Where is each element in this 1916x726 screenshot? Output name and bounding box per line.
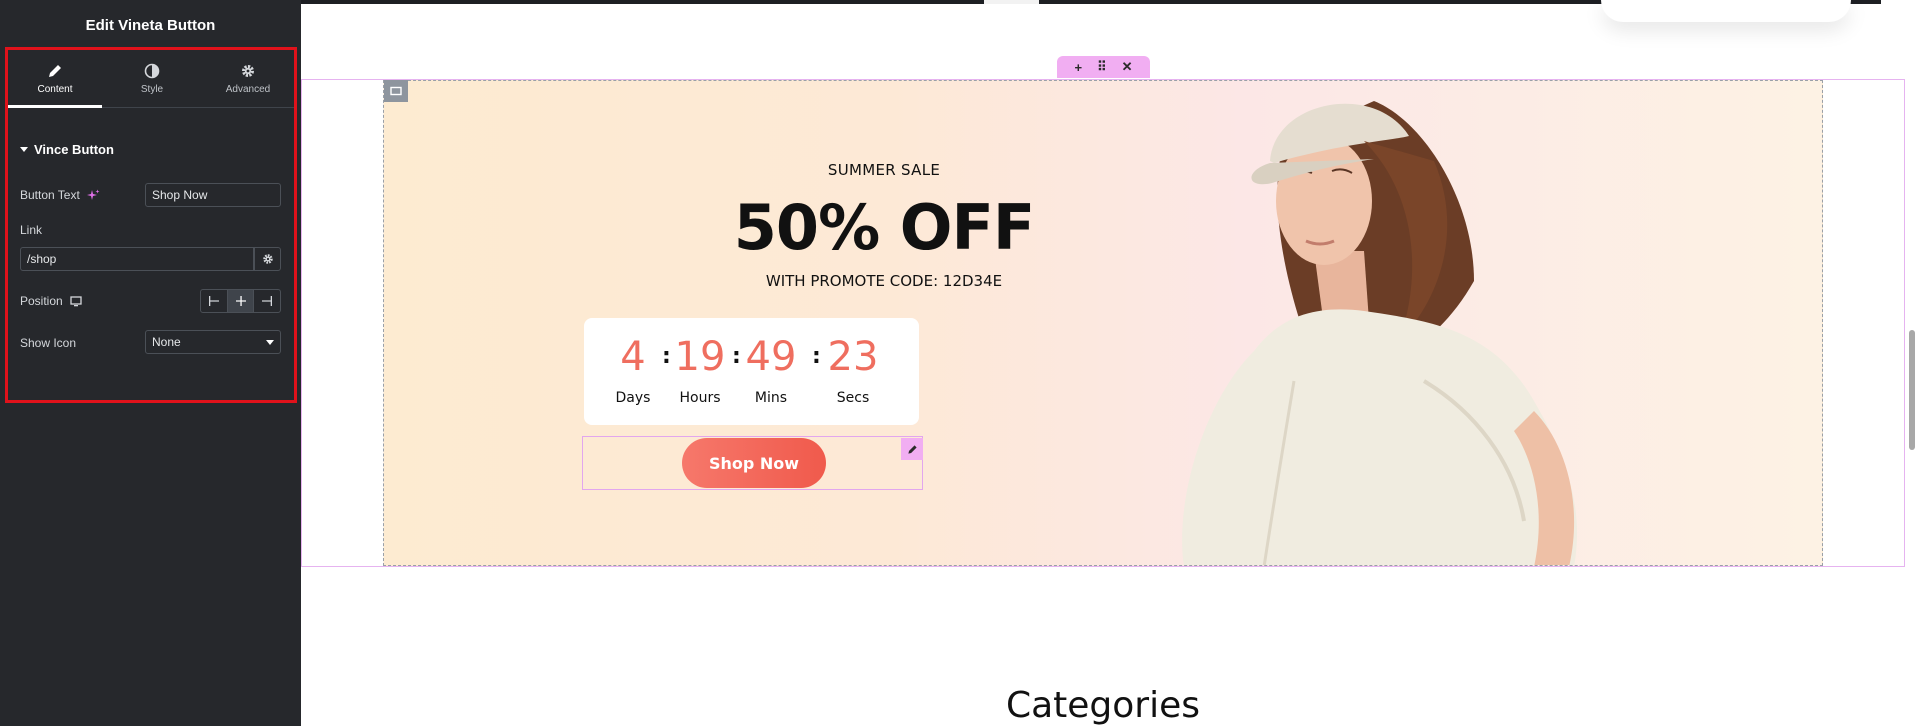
scrollbar-thumb[interactable] <box>1909 330 1915 450</box>
link-options-button[interactable] <box>254 247 281 271</box>
delete-section-button[interactable]: ✕ <box>1122 59 1133 75</box>
tab-advanced[interactable]: Advanced <box>202 50 294 108</box>
gear-icon <box>242 65 254 77</box>
editor-panel: Edit Vineta Button Content Style Advance… <box>0 0 301 726</box>
tab-content[interactable]: Content <box>8 50 102 108</box>
model-image <box>1182 101 1578 565</box>
section-title: Vince Button <box>34 142 114 157</box>
promo-headline: 50% OFF <box>733 191 1035 264</box>
countdown-timer: 4 Days : 19 Hours : 49 Mins : 23 Secs <box>584 318 919 425</box>
gear-icon <box>262 254 273 264</box>
editor-canvas: + ⠿ ✕ SUMMER SALE 50% OFF WITH PROMOTE C… <box>301 0 1916 726</box>
position-label-row: Position <box>20 294 82 308</box>
align-left-button[interactable] <box>201 290 228 312</box>
button-text-label: Button Text <box>20 188 80 202</box>
ai-sparkle-icon[interactable] <box>86 189 100 202</box>
button-text-label-row: Button Text <box>20 188 100 202</box>
edit-widget-button[interactable] <box>901 438 923 460</box>
countdown-mins-label: Mins <box>754 390 788 406</box>
show-icon-select[interactable]: None <box>145 330 281 354</box>
tab-advanced-label: Advanced <box>225 84 271 95</box>
link-label: Link <box>20 223 43 237</box>
desktop-icon[interactable] <box>70 295 82 307</box>
position-button-group <box>200 289 281 313</box>
container-handle[interactable] <box>384 80 408 102</box>
categories-heading: Categories <box>1005 685 1201 726</box>
button-text-input[interactable] <box>145 183 281 207</box>
dropdown-shadow <box>1601 0 1851 22</box>
countdown-mins-value: 49 <box>745 334 797 380</box>
section-toolbar: + ⠿ ✕ <box>1057 56 1150 78</box>
link-input[interactable] <box>20 247 254 271</box>
countdown-hours-label: Hours <box>679 390 721 406</box>
promo-banner[interactable]: SUMMER SALE 50% OFF WITH PROMOTE CODE: 1… <box>383 80 1823 566</box>
pencil-icon <box>907 444 917 454</box>
position-label: Position <box>20 294 63 308</box>
section-toggle-vince-button[interactable]: Vince Button <box>20 142 114 157</box>
countdown-secs-value: 23 <box>827 334 879 380</box>
half-circle-icon <box>144 63 160 79</box>
tab-style[interactable]: Style <box>105 50 199 108</box>
show-icon-value: None <box>152 335 181 349</box>
countdown-secs-label: Secs <box>836 390 870 406</box>
align-left-icon <box>208 296 219 306</box>
align-right-button[interactable] <box>254 290 280 312</box>
countdown-hours-value: 19 <box>674 334 726 380</box>
drag-section-handle[interactable]: ⠿ <box>1097 59 1107 75</box>
pencil-icon <box>49 65 61 77</box>
add-section-button[interactable]: + <box>1074 60 1082 75</box>
align-center-icon <box>235 296 246 306</box>
top-section-gap <box>984 0 1039 4</box>
countdown-days-label: Days <box>615 390 651 406</box>
panel-title: Edit Vineta Button <box>85 17 216 34</box>
countdown-days-value: 4 <box>620 334 646 380</box>
align-right-icon <box>262 296 273 306</box>
show-icon-label: Show Icon <box>20 336 77 350</box>
button-widget-selected[interactable]: Shop Now <box>582 436 923 490</box>
tab-style-label: Style <box>140 84 164 95</box>
shop-now-button[interactable]: Shop Now <box>682 438 826 488</box>
tab-content-label: Content <box>37 84 73 95</box>
caret-down-icon <box>20 147 28 152</box>
panel-tabs: Content Style Advanced <box>8 50 294 108</box>
container-icon <box>390 86 402 96</box>
align-center-button[interactable] <box>227 290 255 312</box>
promo-eyebrow: SUMMER SALE <box>827 161 941 179</box>
promo-code-text: WITH PROMOTE CODE: 12D34E <box>765 272 1003 290</box>
chevron-down-icon <box>266 340 274 345</box>
